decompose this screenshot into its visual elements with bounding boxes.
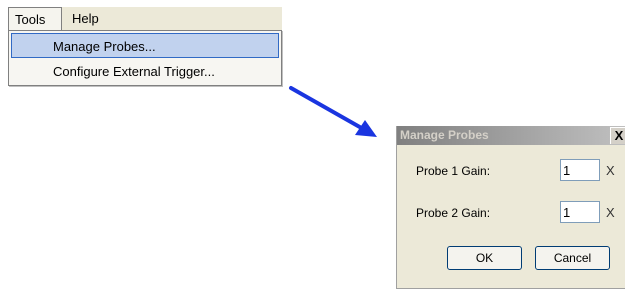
ok-button[interactable]: OK [447,246,522,270]
menu-item-configure-external-trigger[interactable]: Configure External Trigger... [11,59,279,84]
menu-bar: Tools Help [8,7,282,32]
dialog-title: Manage Probes [400,128,489,142]
dialog-titlebar[interactable]: Manage Probes X [397,126,625,145]
probe-1-gain-input[interactable] [560,159,600,181]
probe-2-gain-label: Probe 2 Gain: [416,206,491,220]
probe-2-unit: X [606,205,615,220]
cancel-button[interactable]: Cancel [535,246,610,270]
close-icon[interactable]: X [610,127,625,144]
pointer-arrow-icon [289,86,377,137]
menu-item-manage-probes[interactable]: Manage Probes... [11,33,279,58]
menu-tools[interactable]: Tools [8,7,62,31]
manage-probes-dialog: Manage Probes X Probe 1 Gain: X Probe 2 … [396,126,625,289]
probe-1-gain-label: Probe 1 Gain: [416,164,491,178]
tools-dropdown: Manage Probes... Configure External Trig… [8,30,282,86]
menu-help[interactable]: Help [66,7,114,31]
probe-2-gain-input[interactable] [560,201,600,223]
probe-1-unit: X [606,163,615,178]
